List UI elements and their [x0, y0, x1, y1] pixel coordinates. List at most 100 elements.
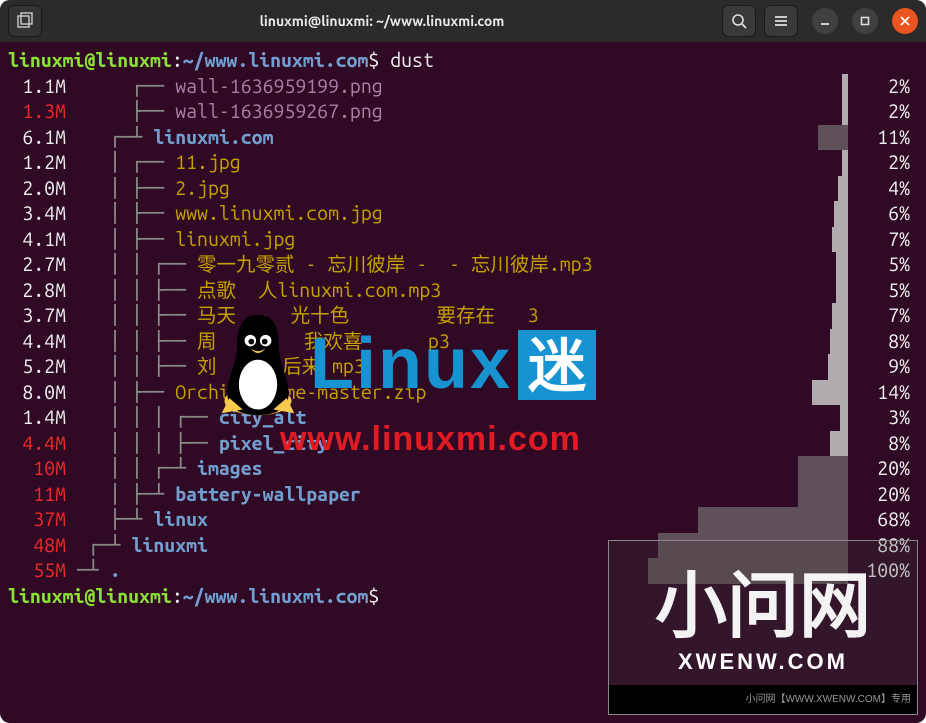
- dust-row: 1.2M │ ┌── 11.jpg2%: [8, 150, 918, 176]
- size-value: 4.4M: [8, 329, 66, 355]
- percent-value: 8%: [848, 329, 910, 355]
- usage-bar: [830, 431, 848, 457]
- tree-branch: │ ┌──: [77, 150, 175, 176]
- size-value: 6.1M: [8, 125, 66, 151]
- tree-branch: │ ├──: [77, 380, 175, 406]
- prompt-user: linuxmi@linuxmi: [8, 48, 172, 74]
- file-name: .: [110, 559, 121, 581]
- terminal-window: linuxmi@linuxmi: ~/www.linuxmi.com linux…: [0, 0, 926, 723]
- tree-branch: │ │ ├──: [77, 354, 197, 380]
- bar-cell: [648, 482, 848, 508]
- usage-bar: [828, 354, 848, 380]
- percent-value: 20%: [848, 482, 910, 508]
- dust-row: 8.0M │ ├── Orchis-theme-master.zip 14%: [8, 380, 918, 406]
- dust-row: 1.1M ┌── wall-1636959199.png2%: [8, 74, 918, 100]
- prompt-sep: :: [172, 48, 183, 74]
- file-name: wall-1636959199.png: [175, 75, 382, 97]
- close-icon: [899, 15, 911, 27]
- size-value: 4.1M: [8, 227, 66, 253]
- usage-bar: [818, 125, 848, 151]
- tree-branch: │ │ ┌──: [77, 252, 197, 278]
- watermark-corner-strip: 小问网【WWW.XWENW.COM】专用: [609, 685, 917, 715]
- typed-command: dust: [390, 48, 434, 74]
- usage-bar: [842, 150, 848, 176]
- percent-value: 14%: [848, 380, 910, 406]
- minimize-icon: [819, 15, 831, 27]
- usage-bar: [836, 252, 848, 278]
- dust-row: 1.3M ├── wall-1636959267.png2%: [8, 99, 918, 125]
- file-name: 零一九零贰 - 忘川彼岸 - - 忘川彼岸.mp3: [197, 253, 592, 275]
- search-button[interactable]: [722, 5, 756, 37]
- tree-branch: ├─┴: [77, 507, 153, 533]
- percent-value: 8%: [848, 431, 910, 457]
- dust-row: 37M ├─┴ linux68%: [8, 507, 918, 533]
- bar-cell: [648, 431, 848, 457]
- tree-branch: ─┴: [77, 558, 110, 584]
- tree-branch: ┌─┴: [77, 533, 132, 559]
- terminal-body[interactable]: linuxmi@linuxmi:~/www.linuxmi.com$ dust …: [0, 42, 926, 723]
- size-value: 1.3M: [8, 99, 66, 125]
- file-name: battery-wallpaper: [175, 483, 361, 505]
- new-tab-button[interactable]: [8, 5, 42, 37]
- tree-branch: │ ├──: [77, 227, 175, 253]
- usage-bar: [830, 329, 848, 355]
- file-name: city_alt: [219, 406, 306, 428]
- file-name: images: [197, 457, 263, 479]
- usage-bar: [832, 303, 848, 329]
- tree-branch: │ ├──: [77, 201, 175, 227]
- size-value: 5.2M: [8, 354, 66, 380]
- percent-value: 7%: [848, 227, 910, 253]
- size-value: 11M: [8, 482, 66, 508]
- prompt-sep: :: [172, 584, 183, 610]
- tree-branch: ├──: [77, 99, 175, 125]
- file-name: linuxmi.jpg: [175, 228, 295, 250]
- usage-bar: [834, 201, 848, 227]
- size-value: 2.8M: [8, 278, 66, 304]
- bar-cell: [648, 150, 848, 176]
- bar-cell: [648, 456, 848, 482]
- file-name: linux: [153, 508, 208, 530]
- usage-bar: [842, 74, 848, 100]
- usage-bar: [648, 558, 848, 584]
- file-name: Orchis-theme-master.zip: [175, 381, 426, 403]
- file-name: 周 我欢喜 p3: [197, 330, 450, 352]
- size-value: 2.0M: [8, 176, 66, 202]
- menu-button[interactable]: [764, 5, 798, 37]
- percent-value: 88%: [848, 533, 910, 559]
- prompt-user: linuxmi@linuxmi: [8, 584, 172, 610]
- bar-cell: [648, 176, 848, 202]
- bar-cell: [648, 303, 848, 329]
- dust-row: 55M ─┴ .100%: [8, 558, 918, 584]
- file-name: wall-1636959267.png: [175, 100, 382, 122]
- close-button[interactable]: [892, 8, 918, 34]
- usage-bar: [798, 482, 848, 508]
- usage-bar: [812, 380, 848, 406]
- dust-row: 4.1M │ ├── linuxmi.jpg 7%: [8, 227, 918, 253]
- minimize-button[interactable]: [812, 8, 838, 34]
- size-value: 37M: [8, 507, 66, 533]
- bar-cell: [648, 278, 848, 304]
- prompt-dollar: $: [368, 48, 379, 74]
- dust-row: 48M ┌─┴ linuxmi88%: [8, 533, 918, 559]
- file-name: pixel_city: [219, 432, 328, 454]
- size-value: 1.4M: [8, 405, 66, 431]
- titlebar: linuxmi@linuxmi: ~/www.linuxmi.com: [0, 0, 926, 42]
- file-name: linuxmi: [132, 534, 208, 556]
- bar-cell: [648, 354, 848, 380]
- usage-bar: [658, 533, 848, 559]
- tree-branch: │ ├─┴: [77, 482, 175, 508]
- size-value: 3.4M: [8, 201, 66, 227]
- size-value: 8.0M: [8, 380, 66, 406]
- tree-branch: │ │ │ ├──: [77, 431, 219, 457]
- prompt-dollar: $: [368, 584, 379, 610]
- dust-row: 5.2M │ │ ├── 刘 后来 mp39%: [8, 354, 918, 380]
- size-value: 3.7M: [8, 303, 66, 329]
- search-icon: [731, 13, 747, 29]
- maximize-button[interactable]: [852, 8, 878, 34]
- bar-cell: [648, 558, 848, 584]
- file-name: 马天 - 光十色 要存在 3: [197, 304, 539, 326]
- tree-branch: │ │ ├──: [77, 278, 197, 304]
- usage-bar: [840, 405, 848, 431]
- tree-branch: │ │ │ ┌──: [77, 405, 219, 431]
- percent-value: 11%: [848, 125, 910, 151]
